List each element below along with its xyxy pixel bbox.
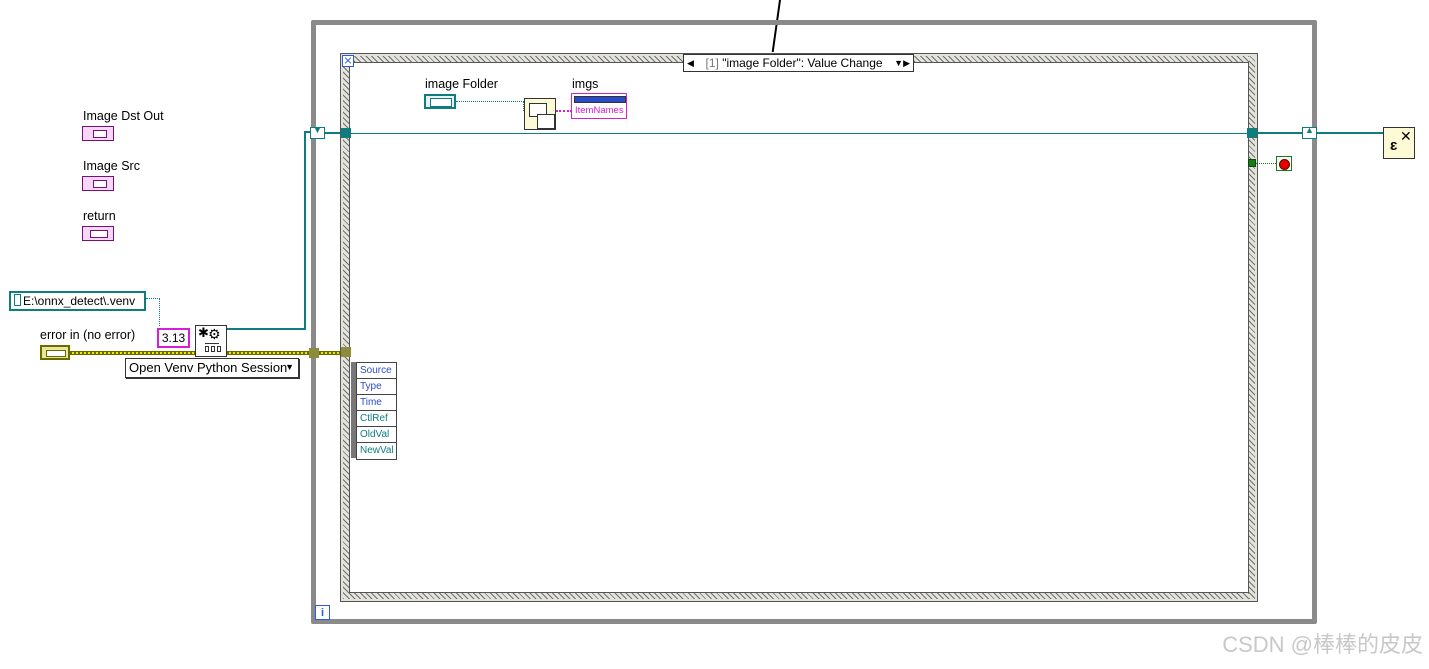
event-data-type[interactable]: Type <box>357 379 396 395</box>
error-in-label: error in (no error) <box>40 328 136 342</box>
session-tunnel-event-left[interactable] <box>341 128 351 138</box>
chevron-down-icon[interactable]: ▼▶ <box>894 58 910 69</box>
image-folder-label: image Folder <box>425 77 498 91</box>
gear-icon: ⚙ <box>208 326 221 342</box>
image-folder-control[interactable] <box>424 94 456 109</box>
session-wire-through <box>351 133 1248 134</box>
watermark: CSDN @棒棒的皮皮 <box>1222 632 1423 657</box>
stop-tunnel-event-right[interactable] <box>1248 159 1256 167</box>
list-folder-node[interactable] <box>524 98 556 130</box>
imgs-property-header <box>574 96 626 103</box>
session-wire-right-out <box>1257 132 1303 134</box>
itemnames-wire <box>556 110 572 112</box>
session-tunnel-event-right[interactable] <box>1247 128 1257 138</box>
indicator-label-return: return <box>83 209 116 223</box>
event-data-newval[interactable]: NewVal <box>357 443 396 459</box>
path-icon <box>14 294 21 306</box>
session-wire-to-close <box>1317 132 1383 134</box>
error-in-control[interactable] <box>40 345 70 360</box>
error-wire-inner <box>319 351 343 355</box>
close-python-session-node[interactable]: ɛ ✕ <box>1383 127 1415 159</box>
event-inner-border <box>349 62 1249 593</box>
session-wire-v <box>304 131 306 330</box>
return-indicator[interactable] <box>82 226 114 241</box>
case-label: [1] "image Folder": Value Change <box>706 56 883 70</box>
list-icon <box>537 114 555 129</box>
case-name: "image Folder": Value Change <box>722 56 883 70</box>
python-version-constant[interactable]: 3.13 <box>157 328 190 348</box>
event-frame-bottom <box>343 593 1255 599</box>
python-icon: ɛ <box>1390 137 1398 154</box>
case-index: [1] <box>705 56 719 70</box>
path-wire-v <box>159 298 160 326</box>
venv-path-constant[interactable]: E:\onnx_detect\.venv <box>9 291 146 311</box>
python-session-ring[interactable]: Open Venv Python Session ▼ <box>125 358 299 378</box>
folder-wire-a <box>456 101 524 102</box>
prev-case-icon[interactable]: ◀ <box>687 58 694 69</box>
stop-icon <box>1279 159 1290 170</box>
shift-register-right[interactable]: ▲ <box>1302 125 1317 139</box>
indicator-label-image-src: Image Src <box>83 159 140 173</box>
indicator-label-image-dst-out: Image Dst Out <box>83 109 164 123</box>
venv-path-text: E:\onnx_detect\.venv <box>23 294 136 308</box>
event-data-source[interactable]: Source <box>357 363 396 379</box>
stop-terminal[interactable] <box>1276 156 1292 171</box>
error-tunnel-loop[interactable] <box>309 348 319 358</box>
error-wire-in <box>70 351 196 355</box>
iteration-terminal[interactable]: i <box>315 605 330 620</box>
image-src-indicator[interactable] <box>82 176 114 191</box>
event-case-selector[interactable]: ◀ [1] "image Folder": Value Change ▼▶ <box>683 54 914 72</box>
imgs-property-item[interactable]: ItemNames <box>575 105 624 116</box>
error-tunnel-event-left[interactable] <box>341 347 351 357</box>
session-wire-h1 <box>227 328 305 330</box>
imgs-label: imgs <box>572 77 599 91</box>
path-wire-h <box>146 298 160 299</box>
ring-text: Open Venv Python Session <box>129 360 288 375</box>
chevron-down-icon: ▼ <box>285 362 294 372</box>
timeout-terminal[interactable] <box>342 55 354 67</box>
imgs-property-node[interactable]: ItemNames <box>571 93 627 119</box>
shift-down-icon: ▼ <box>313 125 322 135</box>
event-data-oldval[interactable]: OldVal <box>357 427 396 443</box>
image-dst-out-indicator[interactable] <box>82 126 114 141</box>
stop-wire <box>1256 163 1276 164</box>
close-icon: ✕ <box>1400 128 1412 144</box>
event-data-node[interactable]: Source Type Time CtlRef OldVal NewVal <box>356 362 397 460</box>
shift-register-left[interactable]: ▼ <box>310 125 325 139</box>
error-wire-to-loop <box>227 351 313 355</box>
event-data-ctlref[interactable]: CtlRef <box>357 411 396 427</box>
shift-up-icon: ▲ <box>1305 125 1314 135</box>
event-data-time[interactable]: Time <box>357 395 396 411</box>
open-venv-python-session-node[interactable]: ✱ ⚙ <box>195 325 227 357</box>
